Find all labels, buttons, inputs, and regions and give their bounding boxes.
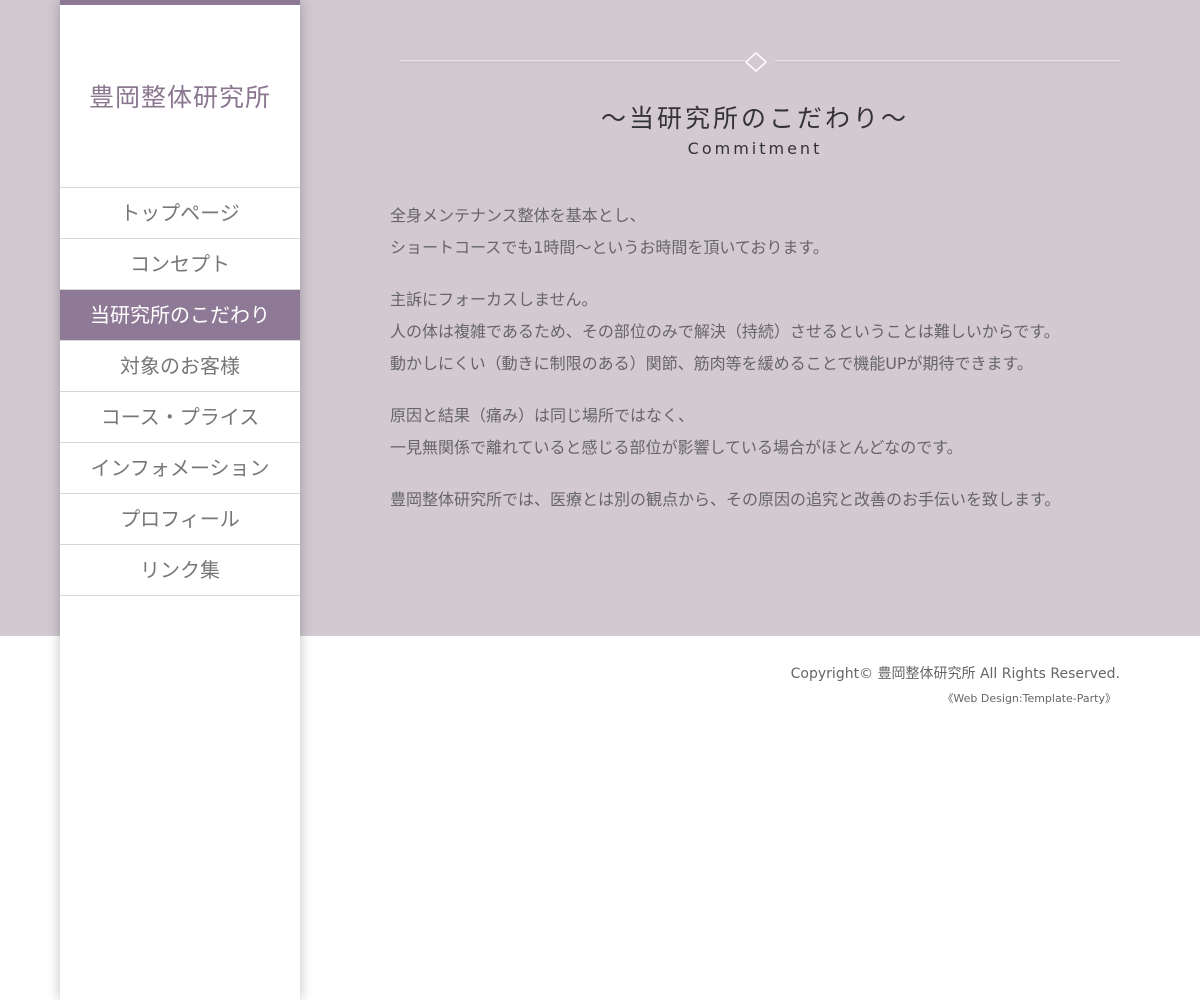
copyright-text: Copyright© 豊岡整体研究所 All Rights Reserved. [790, 666, 1120, 682]
heading-ornament [400, 52, 1120, 72]
nav-item-commitment[interactable]: 当研究所のこだわり [60, 290, 300, 341]
nav-item-top[interactable]: トップページ [60, 188, 300, 239]
paragraph-line: 全身メンテナンス整体を基本とし、 [390, 206, 646, 225]
section-title: 〜当研究所のこだわり〜 [600, 104, 909, 133]
nav-item-concept[interactable]: コンセプト [60, 239, 300, 290]
nav-item-links[interactable]: リンク集 [60, 545, 300, 596]
paragraph-line: 動かしにくい（動きに制限のある）関節、筋肉等を緩めることで機能UPが期待できます… [390, 354, 1033, 373]
paragraph-line: 人の体は複雑であるため、その部位のみで解決（持続）させるということは難しいからで… [390, 322, 1060, 341]
sidebar-accent-bar [60, 0, 300, 5]
nav-item-profile[interactable]: プロフィール [60, 494, 300, 545]
main-content: 全身メンテナンス整体を基本とし、 ショートコースでも1時間〜というお時間を頂いて… [390, 200, 1130, 536]
sidebar: 豊岡整体研究所 トップページ コンセプト 当研究所のこだわり 対象のお客様 コー… [60, 0, 300, 1000]
paragraph: 全身メンテナンス整体を基本とし、 ショートコースでも1時間〜というお時間を頂いて… [390, 200, 1130, 264]
paragraph-line: 主訴にフォーカスしません。 [390, 290, 598, 309]
site-logo[interactable]: 豊岡整体研究所 [60, 78, 300, 114]
paragraph-line: 一見無関係で離れていると感じる部位が影響している場合がほとんどなのです。 [390, 438, 963, 457]
nav-item-course-price[interactable]: コース・プライス [60, 392, 300, 443]
section-subtitle: Commitment [687, 139, 823, 158]
paragraph-line: 原因と結果（痛み）は同じ場所ではなく、 [390, 406, 695, 425]
paragraph-line: ショートコースでも1時間〜というお時間を頂いております。 [390, 238, 829, 257]
nav-item-information[interactable]: インフォメーション [60, 443, 300, 494]
section-heading: 〜当研究所のこだわり〜 Commitment [390, 100, 1120, 160]
main-nav: トップページ コンセプト 当研究所のこだわり 対象のお客様 コース・プライス イ… [60, 187, 300, 596]
paragraph-line: 豊岡整体研究所では、医療とは別の観点から、その原因の追究と改善のお手伝いを致しま… [390, 490, 1061, 509]
page: 豊岡整体研究所 トップページ コンセプト 当研究所のこだわり 対象のお客様 コー… [0, 0, 1200, 1000]
paragraph: 豊岡整体研究所では、医療とは別の観点から、その原因の追究と改善のお手伝いを致しま… [390, 484, 1130, 516]
paragraph: 主訴にフォーカスしません。 人の体は複雑であるため、その部位のみで解決（持続）さ… [390, 284, 1130, 380]
paragraph: 原因と結果（痛み）は同じ場所ではなく、 一見無関係で離れていると感じる部位が影響… [390, 400, 1130, 464]
design-credit-link[interactable]: 《Web Design:Template-Party》 [942, 690, 1116, 706]
nav-item-target-customers[interactable]: 対象のお客様 [60, 341, 300, 392]
